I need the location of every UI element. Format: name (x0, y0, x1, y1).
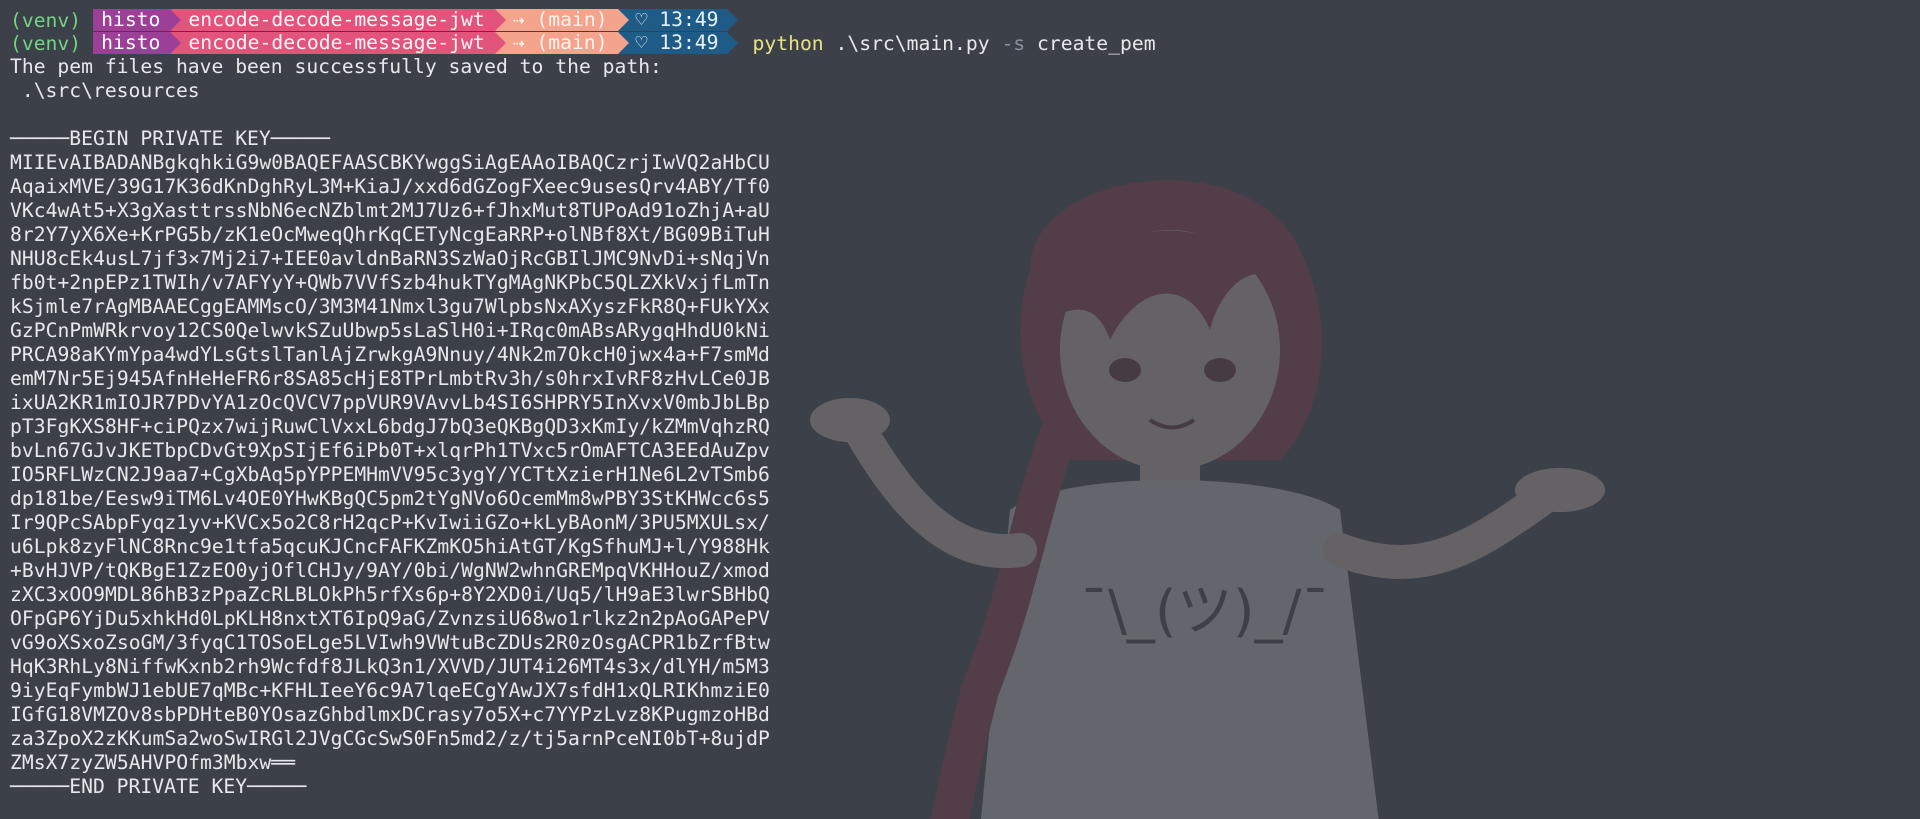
segment-arrow (494, 9, 506, 31)
private-key-line: emM7Nr5Ej945AfnHeHeFR6r8SA85cHjE8TPrLmbt… (10, 367, 770, 390)
key-end-marker: ─────END PRIVATE KEY───── (10, 775, 307, 798)
private-key-line: AqaixMVE/39G17K36dKnDghRyL3M+KiaJ/xxd6dG… (10, 175, 770, 198)
private-key-line: u6Lpk8zyFlNC8Rnc9e1tfa5qcuKJCncFAFKZmKO5… (10, 535, 770, 558)
command-program: python (752, 31, 824, 55)
terminal-window[interactable]: ¯\_(ツ)_/¯ (venv) histo encode-decode-mes… (0, 0, 1920, 819)
prompt-segment-git-branch: ⇢ (main) (494, 8, 629, 31)
private-key-line: pT3FgKXS8HF+ciPQzx7wijRuwClVxxL6bdgJ7bQ3… (10, 415, 770, 438)
private-key-line: kSjmle7rAgMBAAECggEAMMscO/3M3M41Nmxl3gu7… (10, 295, 770, 318)
segment-arrow (726, 9, 738, 31)
prompt-line: (venv) histo encode-decode-message-jwt ⇢… (10, 31, 1920, 55)
time-label: ♡ 13:49 (635, 8, 719, 31)
prompt-segment-time: ♡ 13:49 (617, 8, 738, 31)
private-key-line: +BvHJVP/tQKBgE1ZzEO0yjOflCHJy/9AY/0bi/Wg… (10, 559, 770, 582)
segment-arrow (170, 32, 182, 54)
output-path: .\src\resources (10, 79, 200, 102)
git-branch-label: ⇢ (main) (512, 31, 608, 54)
private-key-line: 8r2Y7yX6Xe+KrPG5b/zK1eOcMweqQhrKqCETyNcg… (10, 223, 770, 246)
prompt-segment-user: histo (93, 8, 182, 31)
command-text[interactable]: python .\src\main.py -s create_pem (753, 32, 1156, 55)
user-label: histo (101, 8, 161, 31)
segment-arrow (617, 32, 629, 54)
output-blank-line (10, 103, 1920, 127)
private-key-line: fb0t+2npEPz1TWIh/v7AFYyY+QWb7VVfSzb4hukT… (10, 271, 770, 294)
private-key-line: HqK3RhLy8NiffwKxnb2rh9Wcfdf8JLkQ3n1/XVVD… (10, 655, 770, 678)
git-branch-label: ⇢ (main) (512, 8, 608, 31)
segment-arrow (494, 32, 506, 54)
prompt-segment-git-branch: ⇢ (main) (494, 31, 629, 54)
venv-indicator: (venv) (10, 31, 82, 55)
private-key-line: ixUA2KR1mIOJR7PDvYA1zOcQVCV7ppVUR9VAvvLb… (10, 391, 770, 414)
prompt-segment-directory: encode-decode-message-jwt (170, 31, 506, 54)
venv-indicator: (venv) (10, 8, 82, 32)
directory-label: encode-decode-message-jwt (188, 31, 485, 54)
private-key-line: OFpGP6YjDu5xhkHd0LpKLH8nxtXT6IpQ9aG/Zvnz… (10, 607, 770, 630)
command-script: .\src\main.py (823, 31, 1002, 55)
private-key-line: IO5RFLWzCN2J9aa7+CgXbAq5pYPPEMHmVV95c3yg… (10, 463, 770, 486)
prompt-segment-directory: encode-decode-message-jwt (170, 8, 506, 31)
command-flag: -s (1001, 31, 1026, 55)
private-key-line: ZMsX7zyZW5AHVPOfm3Mbxw══ (10, 751, 295, 774)
private-key-line: 9iyEqFymbWJ1ebUE7qMBc+KFHLIeeY6c9A7lqeEC… (10, 679, 770, 702)
private-key-line: GzPCnPmWRkrvoy12CS0QelwvkSZuUbwp5sLaSlH0… (10, 319, 770, 342)
private-key-line: za3ZpoX2zKKumSa2woSwIRGl2JVgCGcSwS0Fn5md… (10, 727, 770, 750)
private-key-line: zXC3xOO9MDL86hB3zPpaZcRLBLOkPh5rfXs6p+8Y… (10, 583, 770, 606)
private-key-line: vG9oXSxoZsoGM/3fyqC1TOSoELge5LVIwh9VWtuB… (10, 631, 770, 654)
private-key-line: bvLn67GJvJKETbpCDvGt9XpSIjEf6iPb0T+xlqrP… (10, 439, 770, 462)
terminal-output[interactable]: (venv) histo encode-decode-message-jwt ⇢… (10, 8, 1920, 799)
private-key-line: Ir9QPcSAbpFyqz1yv+KVCx5o2C8rH2qcP+KvIwii… (10, 511, 770, 534)
private-key-line: NHU8cEk4usL7jf3×7Mj2i7+IEE0avldnBaRN3SzW… (10, 247, 770, 270)
time-label: ♡ 13:49 (635, 31, 719, 54)
private-key-line: PRCA98aKYmYpa4wdYLsGtslTanlAjZrwkgA9Nnuy… (10, 343, 770, 366)
segment-arrow (170, 9, 182, 31)
user-label: histo (101, 31, 161, 54)
segment-arrow (617, 9, 629, 31)
output-message: The pem files have been successfully sav… (10, 55, 662, 78)
private-key-line: VKc4wAt5+X3gXasttrssNbN6ecNZblmt2MJ7Uz6+… (10, 199, 770, 222)
prompt-segment-time: ♡ 13:49 (617, 31, 738, 54)
private-key-line: dp181be/Eesw9iTM6Lv4OE0YHwKBgQC5pm2tYgNV… (10, 487, 770, 510)
segment-arrow (726, 32, 738, 54)
directory-label: encode-decode-message-jwt (188, 8, 485, 31)
private-key-body: MIIEvAIBADANBgkqhkiG9w0BAQEFAASCBKYwggSi… (10, 151, 1920, 775)
command-argument: create_pem (1025, 31, 1156, 55)
prompt-line: (venv) histo encode-decode-message-jwt ⇢… (10, 8, 1920, 32)
prompt-segment-user: histo (93, 31, 182, 54)
private-key-line: MIIEvAIBADANBgkqhkiG9w0BAQEFAASCBKYwggSi… (10, 151, 770, 174)
key-begin-marker: ─────BEGIN PRIVATE KEY───── (10, 127, 331, 150)
private-key-line: IGfG18VMZOv8sbPDHteB0YOsazGhbdlmxDCrasy7… (10, 703, 770, 726)
